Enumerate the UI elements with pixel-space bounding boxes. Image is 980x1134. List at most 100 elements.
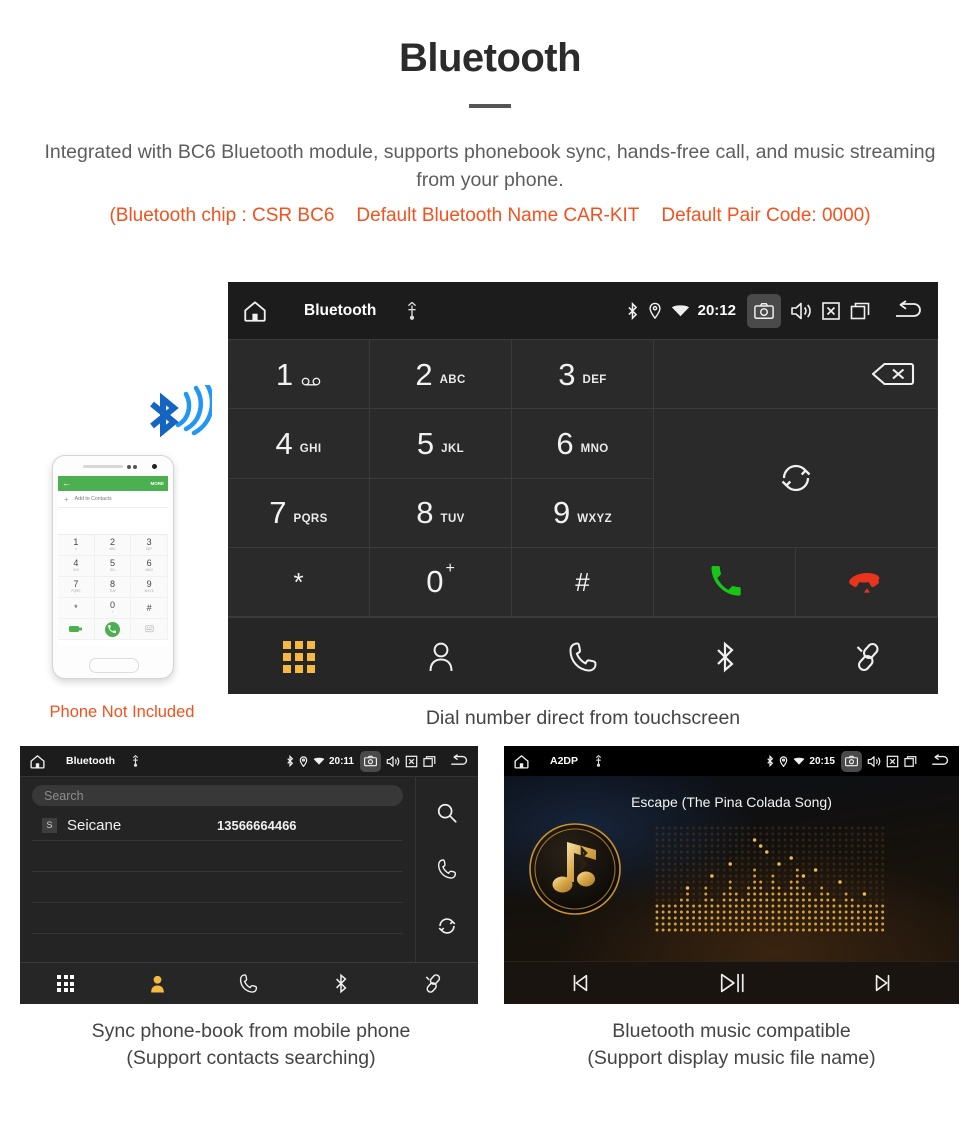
close-box-icon[interactable] xyxy=(821,301,841,321)
dial-key-hash[interactable]: # xyxy=(512,547,654,617)
location-pin-icon xyxy=(299,755,308,767)
recent-apps-icon[interactable] xyxy=(850,301,872,321)
home-icon[interactable] xyxy=(513,753,530,770)
sync-icon[interactable] xyxy=(436,915,458,937)
handset-icon[interactable] xyxy=(437,858,457,880)
dial-key-9[interactable]: 9 WXYZ xyxy=(512,478,654,548)
sync-button[interactable] xyxy=(654,409,938,548)
usb-icon xyxy=(594,755,603,767)
dial-key-1[interactable]: 1 xyxy=(228,340,370,410)
home-icon[interactable] xyxy=(242,298,268,324)
phonebook-title: Bluetooth xyxy=(66,755,115,767)
contact-initial-badge: S xyxy=(42,817,57,833)
dial-key-star[interactable]: * xyxy=(228,547,370,617)
phone-sim-icon xyxy=(58,619,95,640)
phone-call-button xyxy=(94,619,132,640)
wifi-icon xyxy=(671,303,690,318)
search-input[interactable]: Search xyxy=(32,785,403,806)
music-status-bar: A2DP 20:15 xyxy=(504,746,959,776)
spec-list: (Bluetooth chip : CSR BC6 Default Bluetoo… xyxy=(0,203,980,230)
phone-key: 6 MNO xyxy=(131,556,168,577)
previous-track-button[interactable] xyxy=(504,972,656,994)
camera-icon[interactable] xyxy=(747,293,781,328)
speaker-icon[interactable] xyxy=(867,755,881,768)
phonebook-clock: 20:11 xyxy=(328,755,354,767)
back-arrow-icon[interactable] xyxy=(894,299,924,322)
dialpad: 1 2 ABC 3 DEF 4 GHI 5 JKL 6 MNO 7 PQRS 8… xyxy=(228,339,938,617)
call-icon xyxy=(709,565,741,598)
phone-sensor-dot xyxy=(133,464,137,469)
phone-home-button xyxy=(89,658,139,673)
dial-key-8[interactable]: 8 TUV xyxy=(370,478,512,548)
phone-key: 4 GHI xyxy=(58,556,95,577)
phone-screen: ← MORE + Add to Contacts 1 ∞ 2 ABC 3 DEF 4G… xyxy=(58,476,168,646)
nav-call-log[interactable] xyxy=(203,973,295,994)
contact-row[interactable]: S Seicane 13566664466 xyxy=(32,810,403,841)
nav-pair-link[interactable] xyxy=(796,641,938,673)
phonebook-side-tools xyxy=(415,777,478,962)
nav-call-log[interactable] xyxy=(512,641,654,673)
dial-key-2[interactable]: 2 ABC xyxy=(370,340,512,410)
usb-icon xyxy=(131,755,140,767)
phone-key: 9 WXYZ xyxy=(131,577,168,598)
phonebook-caption-line1: Sync phone-book from mobile phone xyxy=(91,1020,411,1042)
call-button[interactable] xyxy=(654,547,796,617)
dial-key-0[interactable]: 0 + xyxy=(370,547,512,617)
back-arrow-icon[interactable] xyxy=(931,754,950,768)
speaker-icon[interactable] xyxy=(386,755,400,768)
phonebook-screenshot: Bluetooth 20:11 Search S Seicane 1356666… xyxy=(20,746,478,1004)
bluetooth-icon xyxy=(626,301,639,320)
recent-apps-icon[interactable] xyxy=(904,755,918,768)
contact-name: Seicane xyxy=(67,816,122,834)
phonebook-body: Search S Seicane 13566664466 xyxy=(20,776,478,962)
nav-contacts[interactable] xyxy=(370,641,512,673)
dial-key-4[interactable]: 4 GHI xyxy=(228,409,370,479)
person-icon xyxy=(427,641,455,673)
close-box-icon[interactable] xyxy=(405,755,418,768)
next-track-button[interactable] xyxy=(807,972,959,994)
dial-key-3[interactable]: 3 DEF xyxy=(512,340,654,410)
next-track-icon xyxy=(872,972,894,994)
nav-keypad[interactable] xyxy=(20,975,112,992)
dial-key-5[interactable]: 5 JKL xyxy=(370,409,512,479)
speaker-icon[interactable] xyxy=(790,301,812,321)
back-arrow-icon[interactable] xyxy=(450,754,469,768)
nav-bluetooth[interactable] xyxy=(654,641,796,673)
search-icon[interactable] xyxy=(436,802,458,824)
contacts-list-area: Search S Seicane 13566664466 xyxy=(20,777,415,962)
dial-key-7[interactable]: 7 PQRS xyxy=(228,478,370,548)
hangup-button[interactable] xyxy=(796,547,938,617)
backspace-button[interactable] xyxy=(654,340,938,410)
nav-contacts[interactable] xyxy=(112,974,204,994)
phone-sensor-dot xyxy=(127,464,131,469)
camera-icon[interactable] xyxy=(360,750,381,772)
music-clock: 20:15 xyxy=(809,755,835,767)
bluetooth-icon xyxy=(766,755,774,767)
phone-front-camera-icon xyxy=(152,464,157,469)
location-pin-icon xyxy=(779,755,788,767)
keypad-grid-icon xyxy=(283,640,315,673)
play-pause-button[interactable] xyxy=(656,970,808,996)
bluetooth-icon xyxy=(714,641,736,673)
bluetooth-signal-icon xyxy=(134,380,215,452)
nav-bluetooth[interactable] xyxy=(295,973,387,994)
phonebook-bottom-nav xyxy=(20,962,478,1004)
music-caption-line1: Bluetooth music compatible xyxy=(612,1020,851,1042)
phone-key: 0 + xyxy=(94,598,132,619)
title-divider xyxy=(469,104,511,108)
phone-key: 1 ∞ xyxy=(58,535,95,556)
home-icon[interactable] xyxy=(29,753,46,770)
sync-icon xyxy=(777,459,815,497)
phone-keyboard-icon xyxy=(131,619,168,640)
camera-icon[interactable] xyxy=(841,750,862,772)
dial-key-6[interactable]: 6 MNO xyxy=(512,409,654,479)
contact-row-empty xyxy=(32,872,403,903)
phone-keypad: 1 ∞ 2 ABC 3 DEF 4 GHI 5 JKL 6 MNO 7 PQRS 8 TUV 9… xyxy=(58,535,168,640)
close-box-icon[interactable] xyxy=(886,755,899,768)
music-caption-line2: (Support display music file name) xyxy=(587,1047,876,1070)
nav-keypad[interactable] xyxy=(228,640,370,673)
nav-pair-link[interactable] xyxy=(386,973,478,994)
recent-apps-icon[interactable] xyxy=(423,755,437,768)
keypad-grid-icon xyxy=(57,975,75,992)
phone-device: ← MORE + Add to Contacts 1 ∞ 2 ABC 3 DEF 4G… xyxy=(52,455,174,679)
